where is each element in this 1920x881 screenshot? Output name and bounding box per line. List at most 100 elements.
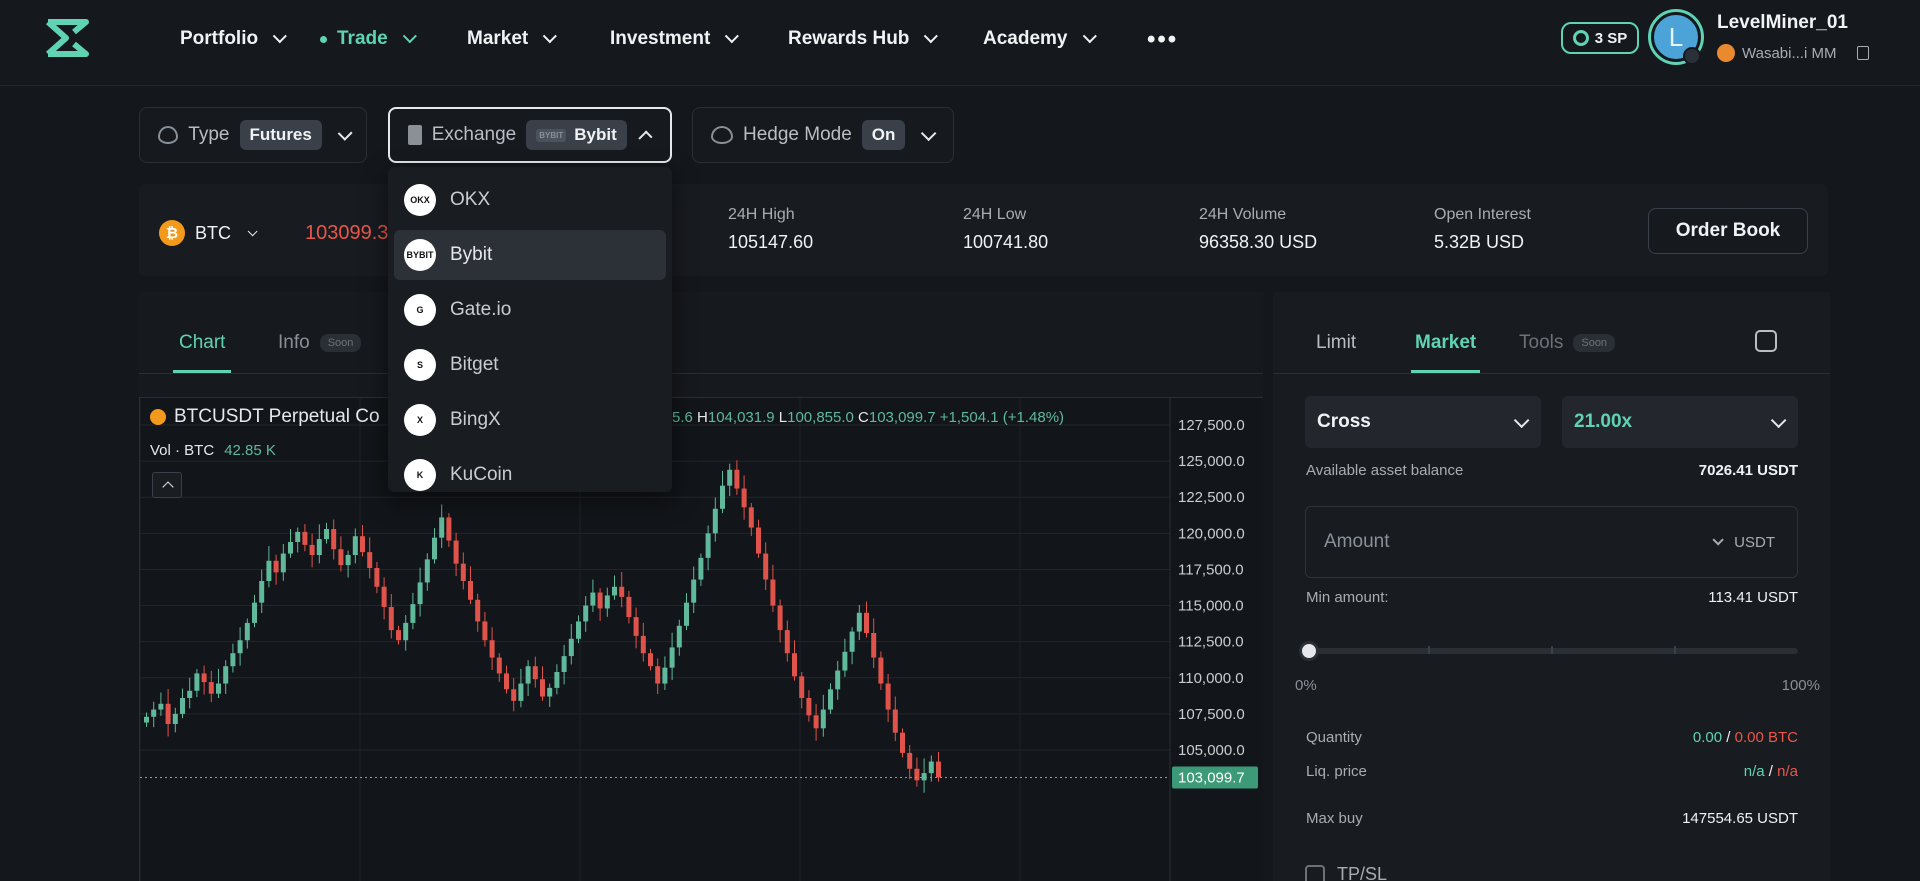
tab-chart-label: Chart (179, 332, 226, 353)
chevron-down-icon (1513, 412, 1530, 428)
sp-badge[interactable]: 3 SP (1561, 22, 1639, 54)
type-value-pill: Futures (239, 120, 322, 150)
quantity-label: Quantity (1306, 729, 1362, 746)
y-tick-label: 105,000.0 (1178, 742, 1245, 759)
tab-chart[interactable]: Chart (172, 332, 233, 373)
candle-body (410, 604, 416, 623)
stat-value: 100741.80 (963, 232, 1049, 252)
nav-investment[interactable]: Investment (610, 28, 740, 50)
volume-value: 42.85 K (224, 442, 276, 459)
candle-body (648, 653, 653, 667)
candle-body (540, 679, 545, 697)
candle-body (669, 647, 675, 668)
nav-market[interactable]: Market (467, 28, 558, 50)
amount-input[interactable]: Amount USDT (1305, 506, 1798, 578)
hedge-mode-filter[interactable]: Hedge Mode On (692, 107, 954, 163)
hedge-icon (711, 126, 733, 144)
ohlc-high: 104,031.9 (707, 409, 775, 426)
exchange-option-okx[interactable]: OKX OKX (394, 175, 666, 225)
type-filter[interactable]: Type Futures (139, 107, 367, 163)
stat-24h-high: 24H High 105147.60 (728, 206, 813, 253)
calculator-icon[interactable] (1755, 330, 1777, 352)
candlestick-svg[interactable]: 127,500.0 125,000.0 122,500.0 120,000.0 117,… (140, 398, 1264, 881)
candle-body (885, 683, 891, 710)
candle-body (698, 557, 704, 580)
stat-value: 96358.30 USD (1199, 232, 1318, 252)
exchange-option-kucoin[interactable]: K KuCoin (394, 450, 666, 500)
tab-tools[interactable]: Tools Soon (1519, 332, 1616, 354)
last-price: 103099.3 (305, 222, 389, 244)
candle-body (655, 666, 661, 684)
app-logo-icon[interactable] (44, 18, 90, 58)
tpsl-checkbox[interactable]: TP/SL (1305, 864, 1387, 881)
more-menu-icon[interactable]: ••• (1147, 26, 1178, 54)
amount-slider[interactable] (1299, 641, 1798, 661)
candlestick-chart[interactable]: 127,500.0 125,000.0 122,500.0 120,000.0 117,… (139, 397, 1263, 881)
candle-body (208, 682, 214, 694)
candle-body (849, 631, 855, 652)
candle-body (367, 552, 373, 568)
candle-body (288, 542, 293, 554)
candle-body (381, 586, 387, 607)
exchange-option-label: Gate.io (450, 299, 512, 320)
candle-body (583, 605, 589, 622)
exchange-option-gate-io[interactable]: G Gate.io (394, 285, 666, 335)
candle-body (172, 713, 178, 724)
candle-body (417, 582, 423, 605)
candle-body (496, 657, 502, 674)
candle-body (705, 533, 711, 558)
candle-body (252, 602, 257, 623)
nav-trade-label: Trade (337, 28, 388, 49)
exchange-option-bybit[interactable]: BYBIT Bybit (394, 230, 666, 280)
candle-body (676, 625, 682, 648)
candle-body (151, 709, 157, 717)
margin-mode-value: Cross (1317, 411, 1371, 432)
candle-body (792, 653, 797, 677)
tab-limit[interactable]: Limit (1316, 332, 1356, 354)
username[interactable]: LevelMiner_01 (1717, 12, 1848, 34)
stat-open-interest: Open Interest 5.32B USD (1434, 206, 1531, 253)
candle-body (230, 653, 236, 667)
slider-handle[interactable] (1299, 641, 1319, 661)
candle-body (633, 617, 639, 636)
candle-body (921, 773, 927, 781)
candle-body (158, 703, 164, 710)
candle-body (554, 672, 560, 688)
candle-body (165, 703, 171, 724)
nav-portfolio[interactable]: Portfolio (180, 28, 288, 50)
candle-body (388, 607, 394, 631)
exchange-option-label: OKX (450, 189, 491, 210)
nav-rewards-hub[interactable]: Rewards Hub (788, 28, 939, 50)
leverage-select[interactable]: 21.00x (1562, 396, 1798, 448)
exchange-filter[interactable]: Exchange BYBIT Bybit (388, 107, 672, 163)
nav-trade[interactable]: Trade (320, 28, 417, 50)
margin-mode-select[interactable]: Cross (1305, 396, 1541, 448)
amount-unit-select[interactable]: USDT (1706, 534, 1775, 551)
candle-body (900, 732, 905, 753)
tab-market[interactable]: Market (1410, 332, 1481, 373)
stat-24h-volume: 24H Volume 96358.30 USD (1199, 206, 1317, 253)
checkbox-icon[interactable] (1305, 864, 1325, 881)
exchange-option-bingx[interactable]: X BingX (394, 395, 666, 445)
candle-body (741, 488, 747, 508)
candle-body (489, 640, 495, 658)
ohlc-change: +1,504.1 (+1.48%) (939, 409, 1065, 426)
collapse-legend-button[interactable] (152, 472, 182, 498)
soon-badge: Soon (319, 334, 362, 352)
exchange-option-bitget[interactable]: S Bitget (394, 340, 666, 390)
wallet-address: Wasabi...i MM (1742, 44, 1837, 62)
tab-info[interactable]: Info Soon (278, 332, 362, 354)
candle-body (712, 508, 718, 534)
bitget-logo-icon: S (404, 349, 436, 381)
copy-icon[interactable] (1857, 46, 1870, 60)
ohlc-low: 100,855.0 (787, 409, 854, 426)
nav-academy[interactable]: Academy (983, 28, 1097, 50)
symbol-selector[interactable]: ₿ BTC (159, 220, 258, 246)
order-book-button[interactable]: Order Book (1648, 208, 1808, 254)
candle-body (936, 761, 941, 778)
wallet-info[interactable]: Wasabi...i MM (1717, 44, 1870, 62)
min-label: Min amount: (1306, 589, 1389, 606)
candle-body (446, 517, 452, 541)
candle-body (403, 622, 409, 641)
y-tick-label: 110,000.0 (1178, 670, 1244, 687)
